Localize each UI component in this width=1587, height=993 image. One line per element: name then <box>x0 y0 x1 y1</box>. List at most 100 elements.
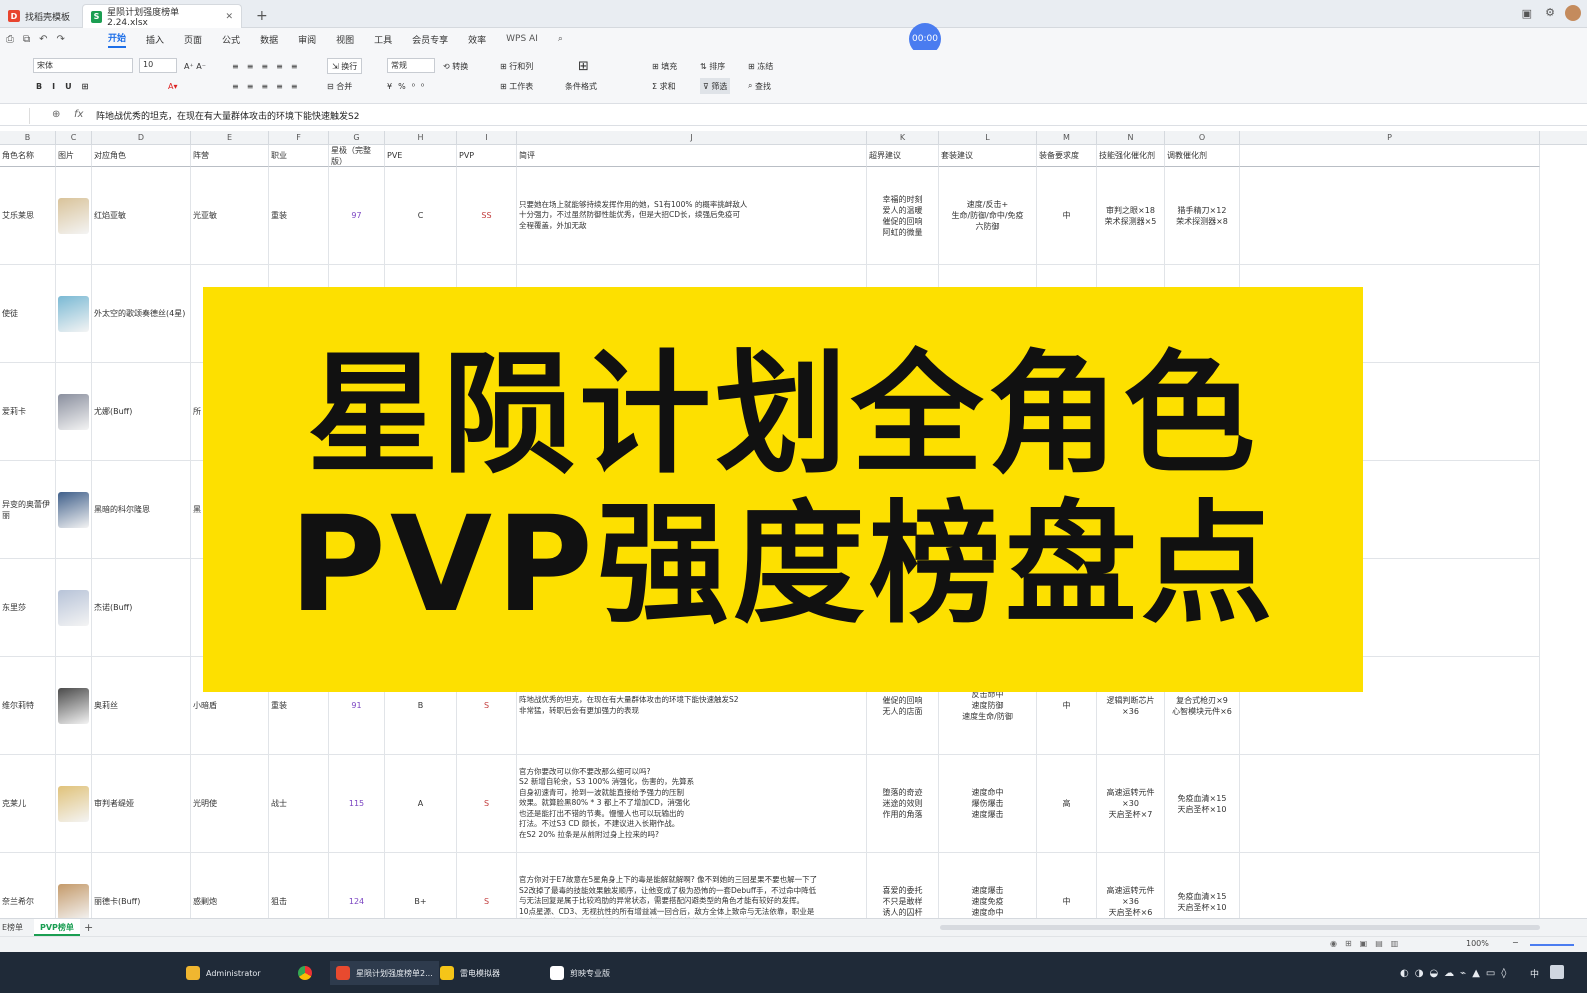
add-sheet-icon[interactable]: + <box>84 921 93 934</box>
sort-button[interactable]: ⇅ 排序 <box>700 58 725 74</box>
cell-char[interactable]: 尤娜(Buff) <box>92 363 191 461</box>
column-header[interactable]: N <box>1097 131 1165 145</box>
header-cell[interactable]: PVP <box>457 145 517 167</box>
number-format-select[interactable]: 常规 <box>387 58 435 73</box>
cell-image[interactable] <box>56 657 92 755</box>
convert-button[interactable]: ⟲ 转换 <box>443 58 468 74</box>
cell-set[interactable]: 速度命中 爆伤爆击 速度爆击 <box>939 755 1037 853</box>
header-cell[interactable]: 套装建议 <box>939 145 1037 167</box>
view-mode-icons[interactable]: ◉⊞▣▤▥ <box>1330 939 1406 948</box>
sheet-button[interactable]: ⊞ 工作表 <box>500 78 533 94</box>
tab-docer[interactable]: D 找稻壳模板 <box>0 4 80 28</box>
cell-eq[interactable]: 中 <box>1037 853 1097 918</box>
column-header[interactable]: K <box>867 131 939 145</box>
cell-empty[interactable] <box>1240 755 1540 853</box>
notification-icon[interactable] <box>1550 965 1564 979</box>
cell-job[interactable]: 战士 <box>269 755 329 853</box>
cell-eq[interactable]: 中 <box>1037 167 1097 265</box>
table-style-icon[interactable]: ⊞ <box>578 58 589 74</box>
horizontal-scrollbar[interactable] <box>940 925 1540 930</box>
cell-image[interactable] <box>56 265 92 363</box>
cell-hint[interactable]: 喜爱的委托 不只是敢样 诱人的囚杆 <box>867 853 939 918</box>
menu-formula[interactable]: 公式 <box>222 33 240 46</box>
menu-review[interactable]: 审阅 <box>298 33 316 46</box>
ime-indicator[interactable]: 中 <box>1530 961 1539 985</box>
header-cell[interactable]: 超界建议 <box>867 145 939 167</box>
avatar[interactable] <box>1565 5 1581 21</box>
layout-icon[interactable]: ▣ <box>1522 7 1532 20</box>
search-icon[interactable]: ⌕ <box>558 34 563 44</box>
taskbar-item-explorer[interactable]: Administrator <box>186 961 261 985</box>
cell-camp[interactable]: 光亚敏 <box>191 167 269 265</box>
print-icon[interactable]: ⎙ <box>6 34 14 45</box>
cell-eq[interactable]: 高 <box>1037 755 1097 853</box>
cell-character-name[interactable]: 克莱儿 <box>0 755 56 853</box>
cell-note[interactable]: 只要她在场上就能够持续发挥作用的她，S1有100% 的概率挑衅敌人 十分强力，不… <box>517 167 867 265</box>
cell-train[interactable]: 猎手精刀×12 荣术探测器×8 <box>1165 167 1240 265</box>
fx-icon[interactable]: fx <box>74 109 83 120</box>
cell-note[interactable]: 官方你要改可以你不要改那么细可以吗? S2 新增自轮余，S3 100% 消强化，… <box>517 755 867 853</box>
cell-image[interactable] <box>56 755 92 853</box>
taskbar-item-capcut[interactable]: 剪映专业版 <box>550 961 610 985</box>
column-header[interactable]: G <box>329 131 385 145</box>
header-cell[interactable]: PVE <box>385 145 457 167</box>
cell-character-name[interactable]: 东里莎 <box>0 559 56 657</box>
cell-character-name[interactable]: 维尔莉特 <box>0 657 56 755</box>
column-header[interactable]: F <box>269 131 329 145</box>
menu-home[interactable]: 开始 <box>108 31 127 48</box>
formula-input[interactable]: 阵地战优秀的坦克，在现在有大量群体攻击的环境下能快速触发S2 <box>96 109 359 122</box>
cell-character-name[interactable]: 使徒 <box>0 265 56 363</box>
rowcol-button[interactable]: ⊞ 行和列 <box>500 58 533 74</box>
font-family-select[interactable]: 宋体 <box>33 58 133 73</box>
menu-insert[interactable]: 插入 <box>146 33 164 46</box>
cell-skill[interactable]: 高速运转元件 ×30 天启圣杯×7 <box>1097 755 1165 853</box>
cell-pvp[interactable]: SS <box>457 167 517 265</box>
column-header[interactable]: E <box>191 131 269 145</box>
cell-camp[interactable]: 惑剿炮 <box>191 853 269 918</box>
cell-camp[interactable]: 光明使 <box>191 755 269 853</box>
cell-image[interactable] <box>56 559 92 657</box>
cell-train[interactable]: 免疫血清×15 天启圣杯×10 <box>1165 853 1240 918</box>
align-top-icons[interactable]: ≡≡≡≡≡ <box>232 58 306 74</box>
menu-page[interactable]: 页面 <box>184 33 202 46</box>
cell-train[interactable]: 免疫血清×15 天启圣杯×10 <box>1165 755 1240 853</box>
cell-set[interactable]: 速度/反击+ 生命/防御/命中/免疫 六防御 <box>939 167 1037 265</box>
header-cell[interactable]: 职业 <box>269 145 329 167</box>
text-style-buttons[interactable]: BIU⊞ <box>36 78 98 94</box>
cell-character-name[interactable]: 奈兰希尔 <box>0 853 56 918</box>
cell-image[interactable] <box>56 167 92 265</box>
cell-job[interactable]: 重装 <box>269 167 329 265</box>
header-cell[interactable]: 装备要求度 <box>1037 145 1097 167</box>
cell-pve[interactable]: C <box>385 167 457 265</box>
number-format-icons[interactable]: ¥%⁰⁰ <box>387 78 430 94</box>
zoom-icon[interactable]: ⊕ <box>52 109 60 120</box>
header-cell[interactable]: 角色名称 <box>0 145 56 167</box>
header-cell[interactable]: 星极（完整版） <box>329 145 385 167</box>
column-header[interactable]: P <box>1240 131 1540 145</box>
cell-pvp[interactable]: S <box>457 755 517 853</box>
cell-set[interactable]: 速度爆击 速度免疫 速度命中 <box>939 853 1037 918</box>
column-header[interactable]: H <box>385 131 457 145</box>
font-grow-icon[interactable]: A⁺ A⁻ <box>184 58 206 74</box>
zoom-out-icon[interactable]: − <box>1512 938 1519 947</box>
redo-icon[interactable]: ↷ <box>57 34 65 45</box>
cell-hint[interactable]: 幸福的时刻 爱人的温暖 催促的回响 阿虹的微量 <box>867 167 939 265</box>
header-cell[interactable] <box>1240 145 1540 167</box>
cell-hint[interactable]: 堕落的奇迹 迷途的效则 作用的角落 <box>867 755 939 853</box>
name-box[interactable] <box>0 108 30 124</box>
header-cell[interactable]: 图片 <box>56 145 92 167</box>
cell-score[interactable]: 124 <box>329 853 385 918</box>
column-header[interactable]: C <box>56 131 92 145</box>
taskbar-item-chrome[interactable] <box>298 961 318 985</box>
conditional-format-button[interactable]: 条件格式 <box>565 78 597 94</box>
cell-note[interactable]: 官方你对于E7故意在5星角身上下的毒是能解就解啊? 像不到她的三回星果不要也解一… <box>517 853 867 918</box>
sum-button[interactable]: Σ 求和 <box>652 78 676 94</box>
cell-score[interactable]: 97 <box>329 167 385 265</box>
new-tab-icon[interactable]: + <box>248 4 276 28</box>
column-header[interactable]: D <box>92 131 191 145</box>
taskbar-item-ldplayer[interactable]: 雷电模拟器 <box>440 961 500 985</box>
column-header[interactable]: O <box>1165 131 1240 145</box>
column-header[interactable]: L <box>939 131 1037 145</box>
menu-member[interactable]: 会员专享 <box>412 33 448 46</box>
column-header[interactable]: J <box>517 131 867 145</box>
